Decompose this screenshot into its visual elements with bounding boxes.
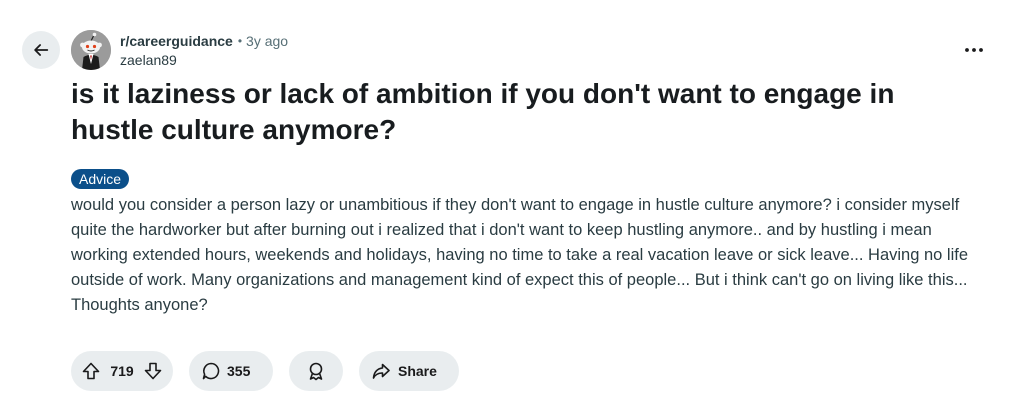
author-link[interactable]: zaelan89 xyxy=(120,51,288,69)
meta-line: r/careerguidance • 3y ago xyxy=(120,32,288,50)
post-body: would you consider a person lazy or unam… xyxy=(71,196,969,314)
share-label: Share xyxy=(398,363,437,379)
more-options-button[interactable] xyxy=(958,36,990,64)
arrow-up-icon xyxy=(82,362,100,380)
subreddit-avatar[interactable] xyxy=(71,30,111,70)
comments-button[interactable]: 355 xyxy=(189,351,273,391)
award-button[interactable] xyxy=(289,351,343,391)
post-meta: r/careerguidance • 3y ago zaelan89 xyxy=(120,32,288,69)
post-flair[interactable]: Advice xyxy=(71,169,130,189)
vote-count: 719 xyxy=(110,363,134,379)
snoo-icon xyxy=(71,30,111,70)
share-arrow-icon xyxy=(372,363,390,379)
vote-bar: 719 xyxy=(71,351,173,391)
award-icon xyxy=(309,362,323,381)
meta-separator: • xyxy=(237,34,243,48)
arrow-left-icon xyxy=(34,44,49,56)
arrow-down-icon xyxy=(144,362,162,380)
post-timestamp: 3y ago xyxy=(246,33,289,49)
post-page: r/careerguidance • 3y ago zaelan89 is it… xyxy=(0,0,1010,406)
comment-count: 355 xyxy=(227,363,251,379)
upvote-button[interactable] xyxy=(81,361,101,381)
post-title: is it laziness or lack of ambition if yo… xyxy=(71,78,895,145)
more-horizontal-icon xyxy=(965,48,983,52)
downvote-button[interactable] xyxy=(143,361,163,381)
back-button[interactable] xyxy=(22,31,60,69)
comment-bubble-icon xyxy=(202,362,220,380)
share-button[interactable]: Share xyxy=(359,351,459,391)
post-actions: 719 355 Share xyxy=(71,351,459,391)
subreddit-link[interactable]: r/careerguidance xyxy=(120,32,233,50)
